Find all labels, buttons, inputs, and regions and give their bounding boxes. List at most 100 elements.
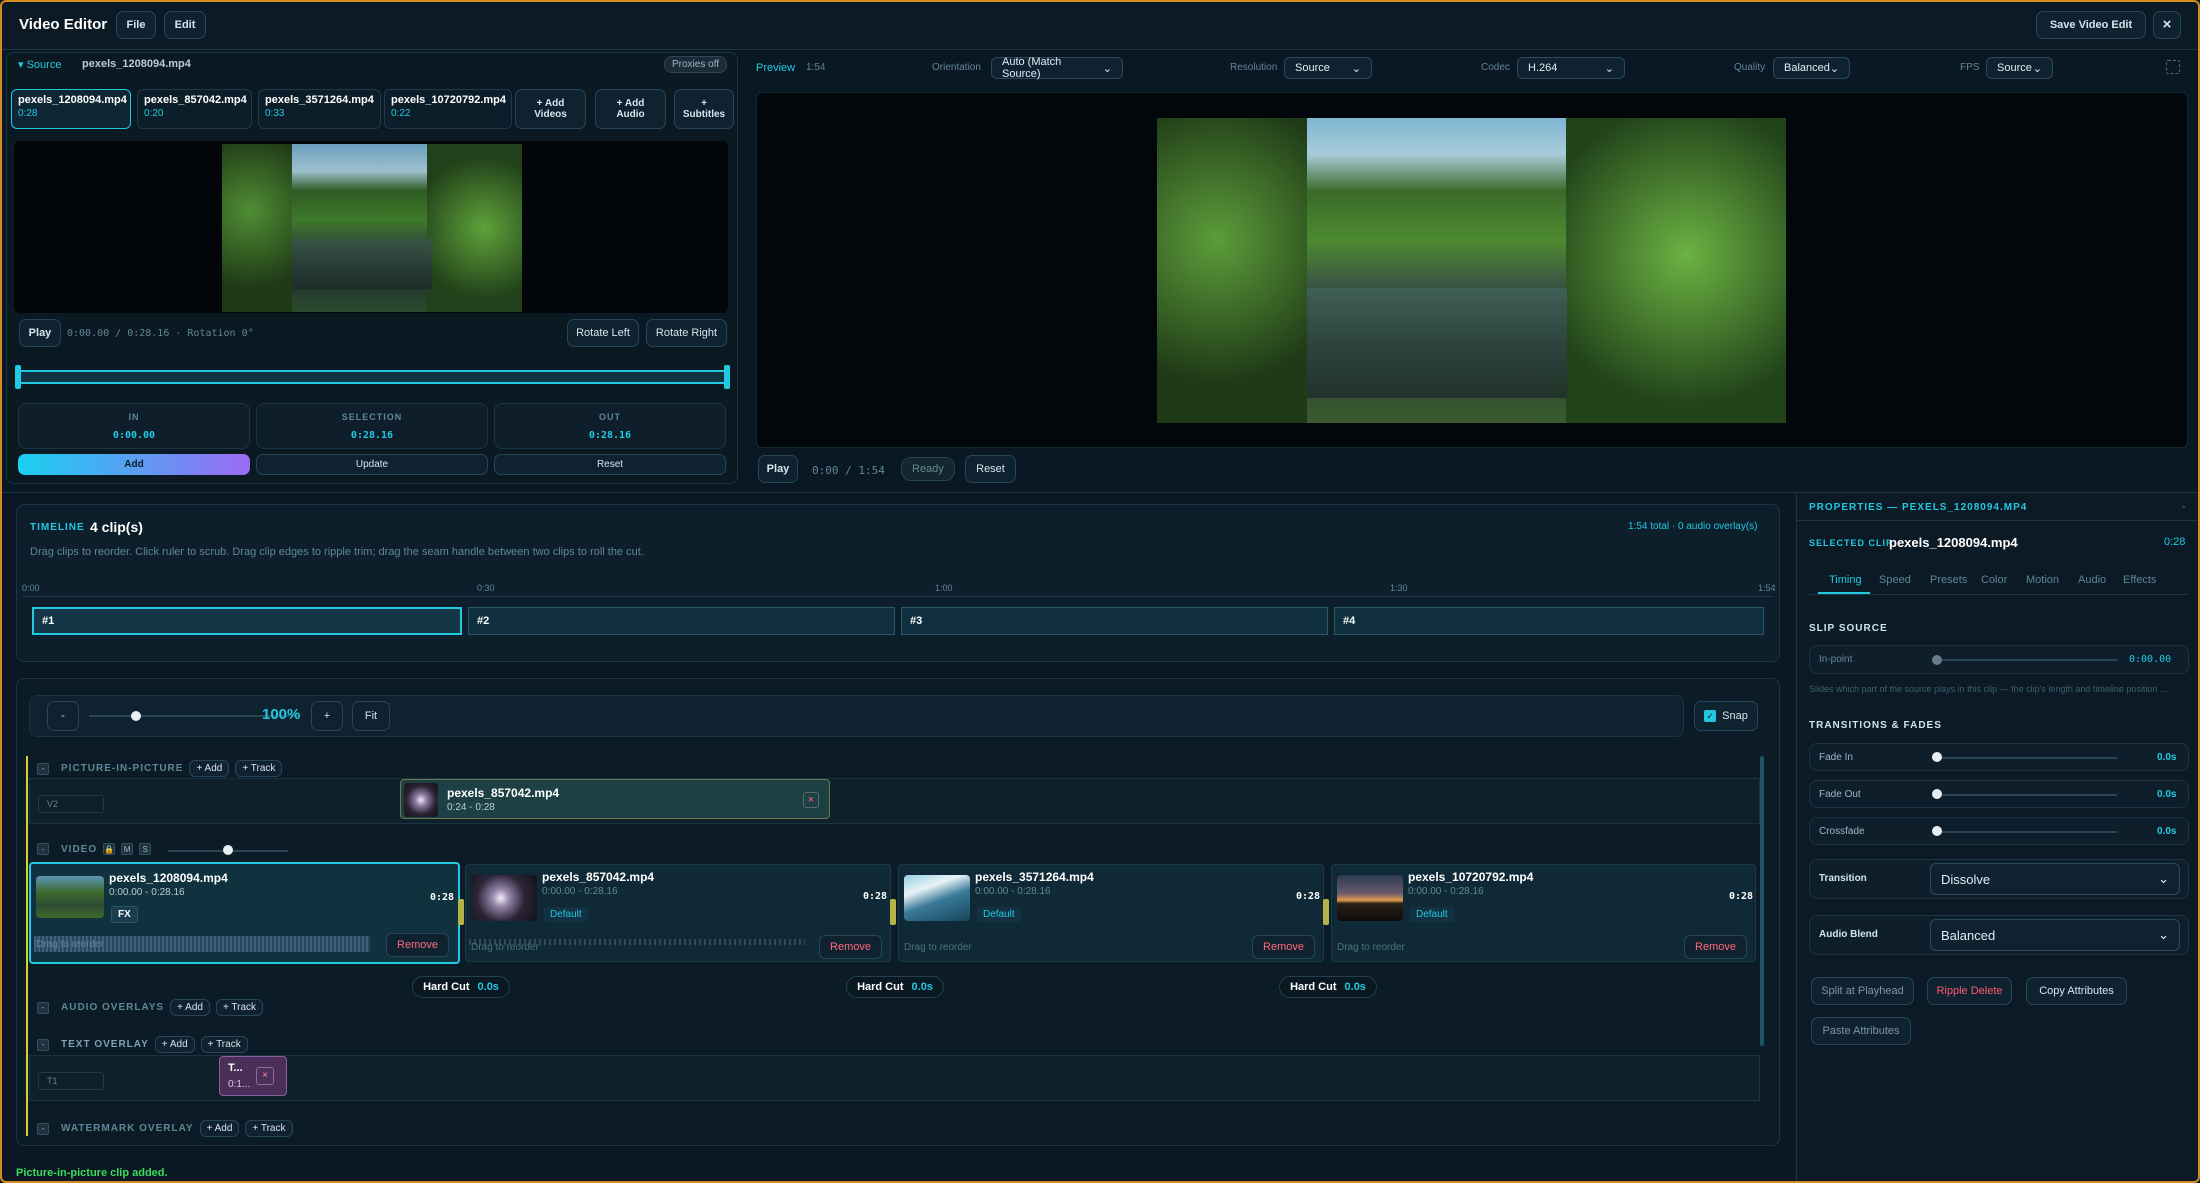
- solo-button[interactable]: S: [139, 843, 152, 855]
- ruler-line[interactable]: [22, 596, 1774, 597]
- remove-clip-button[interactable]: Remove: [386, 933, 449, 957]
- zoom-in-button[interactable]: +: [311, 701, 343, 731]
- video-clip-preset-tag[interactable]: Default: [1410, 907, 1454, 922]
- edit-menu-button[interactable]: Edit: [164, 11, 206, 39]
- source-play-button[interactable]: Play: [19, 319, 61, 347]
- collapse-icon[interactable]: -: [37, 1122, 49, 1135]
- watermark-track-button[interactable]: + Track: [245, 1120, 293, 1137]
- zoom-slider-knob[interactable]: [131, 711, 141, 721]
- timeline-block[interactable]: #4: [1334, 607, 1764, 635]
- text-overlay-add-button[interactable]: + Add: [154, 1036, 195, 1053]
- save-video-edit-button[interactable]: Save Video Edit: [2036, 11, 2146, 39]
- file-menu-button[interactable]: File: [116, 11, 156, 39]
- source-clip-tab[interactable]: pexels_3571264.mp4 0:33: [258, 89, 381, 129]
- ruler-tick[interactable]: 0:00: [22, 583, 40, 593]
- trim-range-bar[interactable]: [17, 370, 728, 384]
- video-clip-fx-tag[interactable]: FX: [111, 906, 138, 923]
- source-toggle[interactable]: ▾ Source: [18, 58, 61, 71]
- audio-blend-select[interactable]: Balanced ⌄: [1930, 919, 2180, 951]
- video-clip-preset-tag[interactable]: Default: [544, 907, 588, 922]
- properties-collapse[interactable]: -: [2182, 501, 2186, 513]
- snap-checkbox[interactable]: ✓: [1704, 710, 1717, 722]
- trim-seam-handle[interactable]: [890, 899, 896, 925]
- pip-clip[interactable]: pexels_857042.mp4 0:24 - 0:28 ×: [400, 779, 830, 819]
- tab-presets[interactable]: Presets: [1930, 574, 1967, 586]
- collapse-icon[interactable]: -: [37, 762, 49, 775]
- proxies-badge[interactable]: Proxies off: [664, 56, 728, 73]
- timeline-block[interactable]: #3: [901, 607, 1328, 635]
- trim-handle-right[interactable]: [724, 365, 730, 389]
- quality-select[interactable]: Balanced ⌄: [1773, 57, 1850, 79]
- trim-handle-left[interactable]: [15, 365, 21, 389]
- timeline-block[interactable]: #1: [32, 607, 462, 635]
- ruler-tick[interactable]: 1:30: [1390, 583, 1408, 593]
- collapse-icon[interactable]: -: [37, 1001, 49, 1014]
- pip-add-button[interactable]: + Add: [189, 760, 230, 777]
- ruler-tick[interactable]: 0:30: [477, 583, 495, 593]
- inpoint-slider-track[interactable]: [1935, 659, 2118, 661]
- snap-toggle[interactable]: ✓ Snap: [1694, 701, 1758, 731]
- transition-select[interactable]: Dissolve ⌄: [1930, 863, 2180, 895]
- rotate-left-button[interactable]: Rotate Left: [567, 319, 639, 347]
- remove-clip-button[interactable]: Remove: [1252, 935, 1315, 959]
- rotate-right-button[interactable]: Rotate Right: [646, 319, 727, 347]
- trim-seam-handle[interactable]: [1323, 899, 1329, 925]
- video-clip[interactable]: pexels_10720792.mp4 0:00.00 - 0:28.16 0:…: [1331, 864, 1756, 962]
- tab-motion[interactable]: Motion: [2026, 574, 2059, 586]
- timeline-block[interactable]: #2: [468, 607, 895, 635]
- source-clip-tab[interactable]: pexels_857042.mp4 0:20: [137, 89, 252, 129]
- fade-out-slider-track[interactable]: [1934, 794, 2117, 796]
- mute-button[interactable]: M: [121, 843, 134, 855]
- ruler-tick[interactable]: 1:00: [935, 583, 953, 593]
- fade-in-slider-knob[interactable]: [1932, 752, 1942, 762]
- ripple-delete-button[interactable]: Ripple Delete: [1927, 977, 2012, 1005]
- add-clip-button[interactable]: Add: [18, 454, 250, 475]
- fps-select[interactable]: Source ⌄: [1986, 57, 2053, 79]
- watermark-add-button[interactable]: + Add: [199, 1120, 240, 1137]
- update-clip-button[interactable]: Update: [256, 454, 488, 475]
- resolution-select[interactable]: Source ⌄: [1284, 57, 1372, 79]
- text-overlay-lane[interactable]: [29, 1055, 1760, 1101]
- tab-speed[interactable]: Speed: [1879, 574, 1911, 586]
- drag-to-reorder[interactable]: Drag to reorder: [904, 942, 972, 953]
- text-overlay-track-button[interactable]: + Track: [200, 1036, 248, 1053]
- video-clip-preset-tag[interactable]: Default: [977, 907, 1021, 922]
- drag-to-reorder[interactable]: Drag to reorder: [1337, 942, 1405, 953]
- video-clip[interactable]: pexels_3571264.mp4 0:00.00 - 0:28.16 0:2…: [898, 864, 1324, 962]
- zoom-fit-button[interactable]: Fit: [352, 701, 390, 731]
- close-icon[interactable]: ×: [2153, 11, 2181, 39]
- fade-out-slider-knob[interactable]: [1932, 789, 1942, 799]
- tab-audio[interactable]: Audio: [2078, 574, 2106, 586]
- preview-play-button[interactable]: Play: [758, 455, 798, 483]
- ruler-tick[interactable]: 1:54: [1758, 583, 1776, 593]
- remove-clip-button[interactable]: Remove: [1684, 935, 1747, 959]
- reset-clip-button[interactable]: Reset: [494, 454, 726, 475]
- tab-timing[interactable]: Timing: [1829, 574, 1862, 586]
- split-at-playhead-button[interactable]: Split at Playhead: [1811, 977, 1914, 1005]
- fade-in-slider-track[interactable]: [1934, 757, 2117, 759]
- add-subtitles-button[interactable]: + Subtitles: [674, 89, 734, 129]
- text-overlay-clip[interactable]: T... 0:1... ×: [219, 1056, 287, 1096]
- inpoint-slider-knob[interactable]: [1932, 655, 1942, 665]
- audio-overlay-track-button[interactable]: + Track: [215, 999, 264, 1016]
- collapse-icon[interactable]: -: [37, 843, 49, 855]
- transition-badge[interactable]: Hard Cut 0.0s: [846, 976, 944, 998]
- transition-badge[interactable]: Hard Cut 0.0s: [1279, 976, 1377, 998]
- video-clip[interactable]: pexels_857042.mp4 0:00.00 - 0:28.16 0:28…: [465, 864, 891, 962]
- codec-select[interactable]: H.264 ⌄: [1517, 57, 1625, 79]
- drag-to-reorder[interactable]: Drag to reorder: [36, 939, 104, 950]
- source-clip-tab[interactable]: pexels_1208094.mp4 0:28: [11, 89, 131, 129]
- preview-reset-button[interactable]: Reset: [965, 455, 1016, 483]
- remove-clip-button[interactable]: Remove: [819, 935, 882, 959]
- trim-seam-handle[interactable]: [458, 899, 464, 925]
- pip-clip-remove-icon[interactable]: ×: [803, 792, 819, 808]
- fullscreen-icon[interactable]: [2166, 60, 2180, 74]
- pip-track-button[interactable]: + Track: [235, 760, 283, 777]
- paste-attributes-button[interactable]: Paste Attributes: [1811, 1017, 1911, 1045]
- zoom-out-button[interactable]: -: [47, 701, 79, 731]
- source-clip-tab[interactable]: pexels_10720792.mp4 0:22: [384, 89, 512, 129]
- crossfade-slider-knob[interactable]: [1932, 826, 1942, 836]
- lock-icon[interactable]: 🔒: [103, 843, 116, 855]
- copy-attributes-button[interactable]: Copy Attributes: [2026, 977, 2127, 1005]
- pip-lane[interactable]: [29, 778, 1760, 824]
